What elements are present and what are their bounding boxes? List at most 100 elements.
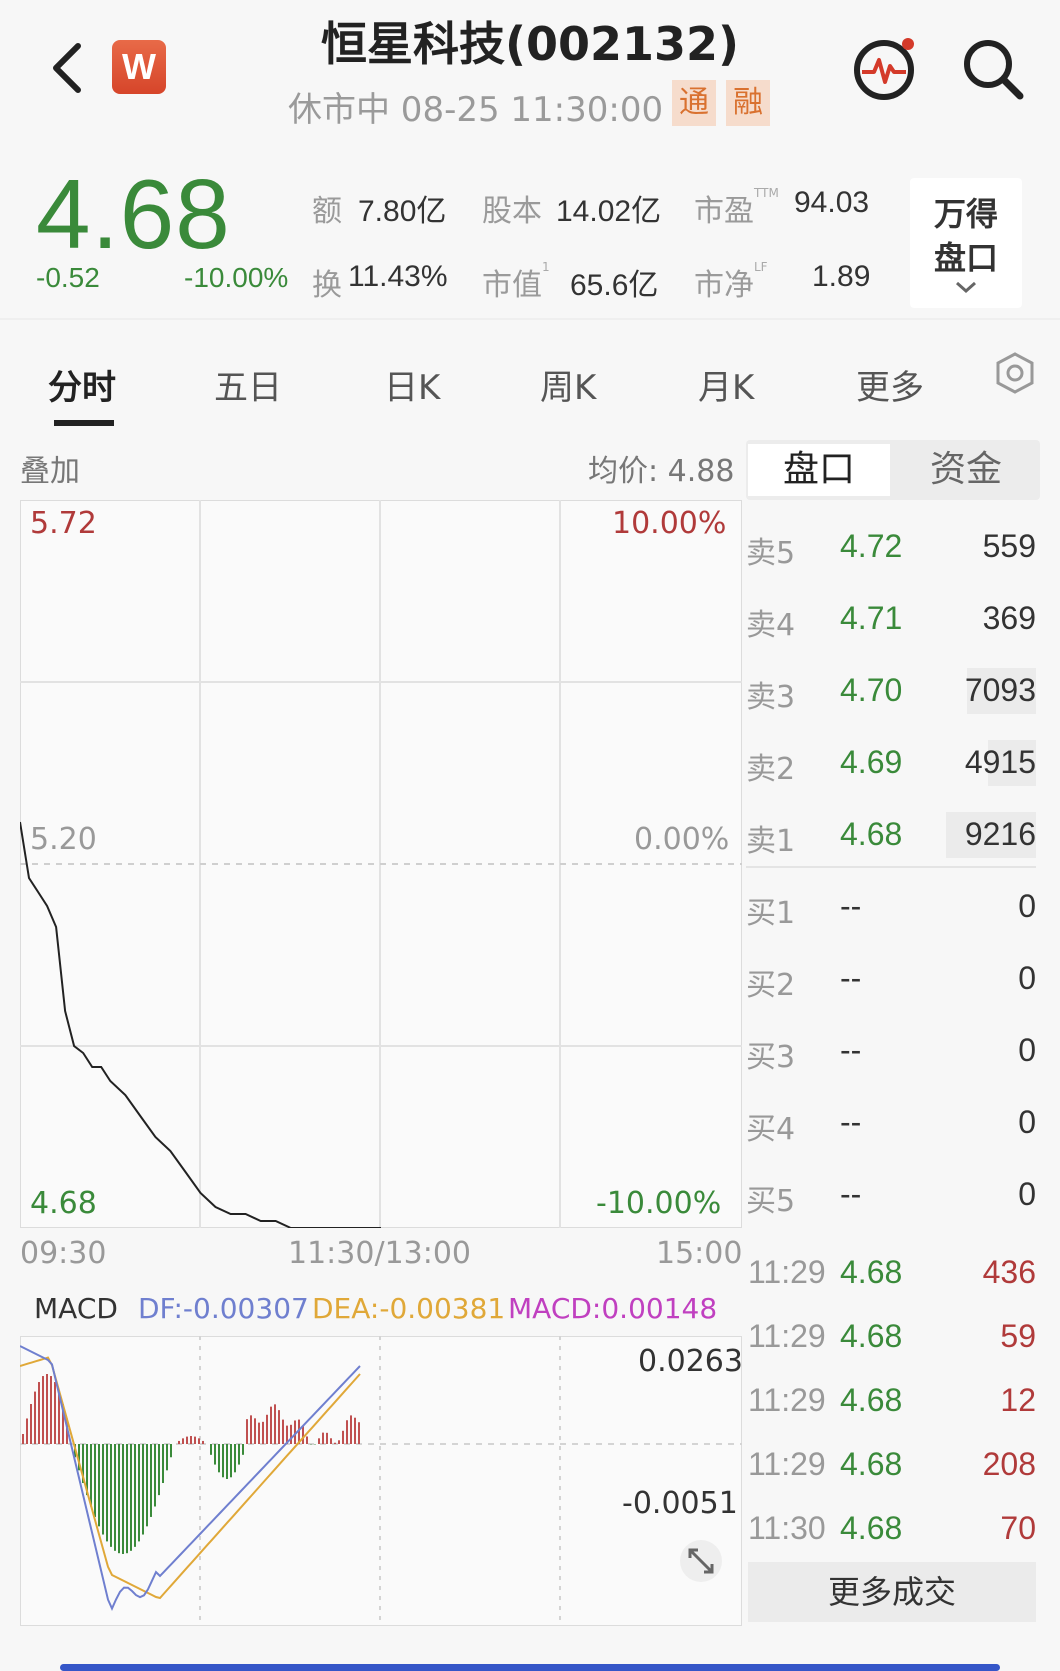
- macd-bar: [190, 1436, 192, 1444]
- tag-rong-badge[interactable]: 融: [726, 80, 770, 126]
- tab-daily-k[interactable]: 日K: [384, 360, 440, 409]
- macd-bar: [198, 1438, 200, 1444]
- macd-bar: [202, 1440, 204, 1444]
- search-icon[interactable]: [960, 36, 1026, 102]
- macd-bar: [46, 1374, 48, 1444]
- bid-label: 买4: [746, 1112, 796, 1147]
- macd-bar: [170, 1444, 172, 1458]
- ask-price: 4.68: [840, 816, 903, 852]
- bid-label: 买2: [746, 968, 796, 1003]
- bottom-nav-indicator: [60, 1664, 1000, 1671]
- stat-label-pe-text: 市盈: [694, 194, 754, 229]
- tab-orderbook[interactable]: 盘口: [748, 444, 890, 496]
- macd-bar: [334, 1442, 336, 1444]
- bid-label: 买3: [746, 1040, 796, 1075]
- macd-bar: [322, 1432, 324, 1444]
- trade-row: 11:30 4.68 70: [748, 1510, 1036, 1570]
- pct-label-bottom: -10.00%: [596, 1186, 722, 1221]
- ask-volume: 369: [982, 600, 1036, 636]
- wande-line1: 万得: [933, 195, 998, 233]
- macd-bar: [246, 1419, 248, 1444]
- macd-bar: [138, 1444, 140, 1542]
- trade-volume: 208: [982, 1446, 1036, 1482]
- macd-bar: [282, 1419, 284, 1444]
- macd-bar: [270, 1406, 272, 1444]
- bid-price: --: [840, 1032, 862, 1068]
- tab-monthly-k[interactable]: 月K: [698, 360, 754, 409]
- wande-orderbook-button[interactable]: 万得 盘口: [910, 178, 1022, 308]
- macd-bar: [162, 1444, 164, 1484]
- tab-weekly-k[interactable]: 周K: [540, 360, 596, 409]
- macd-bar: [30, 1404, 32, 1444]
- chevron-left-icon[interactable]: [48, 38, 88, 98]
- stat-label-mktcap-text: 市值: [482, 268, 542, 303]
- stat-value-pe: 94.03: [794, 186, 870, 219]
- macd-bar: [210, 1444, 212, 1455]
- tab-more[interactable]: 更多: [856, 360, 924, 409]
- macd-bar: [330, 1438, 332, 1444]
- bid-volume: 0: [1018, 960, 1036, 996]
- active-tab-underline: [54, 420, 114, 426]
- macd-bar: [106, 1444, 108, 1542]
- tag-tong-badge[interactable]: 通: [672, 80, 716, 126]
- ask-price: 4.72: [840, 528, 903, 564]
- bid-label: 买1: [746, 896, 796, 931]
- stat-value-pb: 1.89: [812, 260, 871, 293]
- trade-volume: 12: [1000, 1382, 1036, 1418]
- macd-indicator-chart[interactable]: [20, 1336, 742, 1626]
- pulse-monitor-icon[interactable]: [852, 36, 918, 102]
- stat-sup-pe: TTM: [754, 186, 779, 200]
- tab-capital[interactable]: 资金: [894, 444, 1038, 496]
- trade-price: 4.68: [840, 1382, 903, 1418]
- macd-bar: [258, 1422, 260, 1444]
- ask-volume: 4915: [964, 744, 1036, 780]
- stat-label-mktcap: 市值1: [482, 260, 550, 304]
- ask-row-5: 卖5 4.72 559: [746, 520, 1036, 580]
- more-trades-button[interactable]: 更多成交: [748, 1562, 1036, 1622]
- macd-bar: [158, 1444, 160, 1496]
- trade-time: 11:29: [748, 1254, 826, 1290]
- bid-row-4: 买4 -- 0: [746, 1096, 1036, 1156]
- price-change-pct: -10.00%: [184, 262, 289, 293]
- settings-gear-icon[interactable]: [994, 352, 1036, 394]
- tab-intraday[interactable]: 分时: [48, 360, 116, 409]
- overlay-button[interactable]: 叠加: [20, 446, 80, 490]
- macd-bar: [186, 1436, 188, 1444]
- pct-label-mid: 0.00%: [634, 822, 730, 857]
- ask-volume: 7093: [964, 672, 1036, 708]
- stat-label-pb-text: 市净: [694, 268, 754, 303]
- trade-time: 11:30: [748, 1510, 826, 1546]
- stat-value-turnover: 11.43%: [348, 260, 448, 293]
- stat-value-mktcap: 65.6亿: [570, 269, 659, 302]
- chevron-down-icon: [956, 281, 976, 294]
- macd-bar: [226, 1444, 228, 1479]
- tab-five-day[interactable]: 五日: [214, 360, 282, 409]
- ask-row-2: 卖2 4.69 4915: [746, 736, 1036, 796]
- ask-volume: 9216: [964, 816, 1036, 852]
- macd-y-top: 0.0263: [638, 1344, 743, 1379]
- avg-price-label: 均价: 4.88: [588, 454, 735, 489]
- bid-price: --: [840, 888, 862, 924]
- ask-price: 4.71: [840, 600, 903, 636]
- intraday-price-chart[interactable]: [20, 500, 742, 1228]
- bid-price: --: [840, 1104, 862, 1140]
- macd-bar: [254, 1418, 256, 1444]
- chart-tabs: 分时 五日 日K 周K 月K 更多: [0, 318, 1060, 430]
- macd-bar: [38, 1382, 40, 1444]
- ask-volume: 559: [982, 528, 1036, 564]
- macd-bar: [110, 1444, 112, 1547]
- expand-icon[interactable]: [680, 1540, 722, 1582]
- macd-bar: [150, 1444, 152, 1517]
- macd-bar: [118, 1444, 120, 1554]
- bid-row-2: 买2 -- 0: [746, 952, 1036, 1012]
- macd-bar: [102, 1444, 104, 1535]
- macd-bar: [26, 1418, 28, 1444]
- ask-row-4: 卖4 4.71 369: [746, 592, 1036, 652]
- macd-title[interactable]: MACD: [34, 1292, 118, 1325]
- macd-bar: [274, 1404, 276, 1444]
- macd-bar: [42, 1376, 44, 1444]
- ask-price: 4.70: [840, 672, 903, 708]
- macd-y-bottom: -0.0051: [622, 1486, 738, 1521]
- bid-volume: 0: [1018, 1032, 1036, 1068]
- trade-price: 4.68: [840, 1510, 903, 1546]
